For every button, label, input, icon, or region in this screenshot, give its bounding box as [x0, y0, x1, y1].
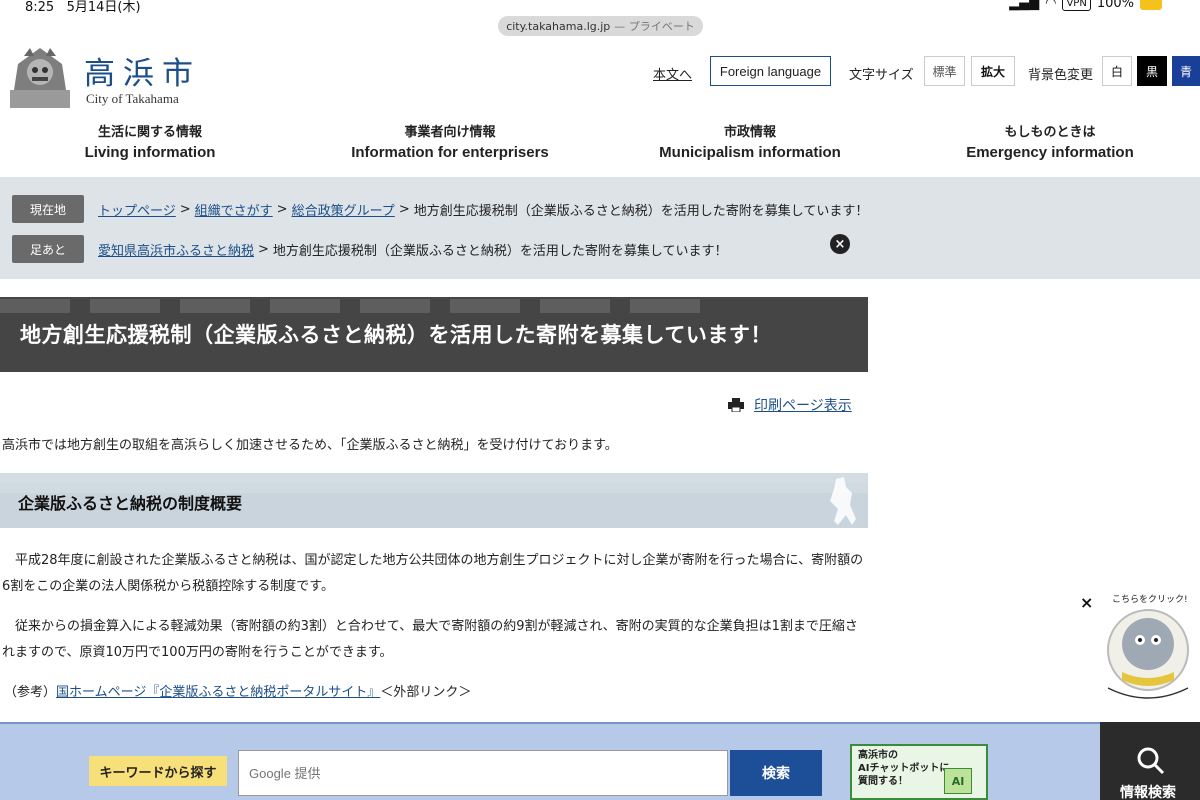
- horse-silhouette-icon: [830, 477, 856, 525]
- breadcrumb-separator: >: [179, 201, 191, 217]
- background-color-label: 背景色変更: [1028, 68, 1094, 83]
- battery-icon: [1140, 0, 1162, 10]
- mascot-caption: こちらをクリック!: [1112, 594, 1188, 605]
- status-indicators: ▂▄▆ ◠ VPN 100%: [1009, 0, 1162, 11]
- battery-percent: 100%: [1096, 0, 1134, 11]
- printer-icon: [728, 398, 744, 412]
- breadcrumb-link-org[interactable]: 組織でさがす: [195, 200, 273, 219]
- breadcrumb-separator: >: [398, 201, 410, 217]
- nav-item-en: Information for enterprisers: [351, 144, 549, 161]
- breadcrumb-link-top[interactable]: トップページ: [98, 200, 176, 219]
- mascot-close-icon[interactable]: ×: [1080, 593, 1093, 612]
- nav-item-en: Municipalism information: [659, 144, 841, 161]
- external-link-note: ＜外部リンク＞: [380, 685, 472, 700]
- chatbot-text: 高浜市の AIチャットボットに 質問する！: [858, 750, 950, 787]
- reference-prefix: （参考）: [4, 685, 57, 700]
- nav-item-en: Living information: [84, 144, 216, 161]
- status-bar: 8:25 5月14日(木) ▂▄▆ ◠ VPN 100%: [0, 0, 1200, 15]
- nav-item-jp: もしものときは: [1004, 125, 1096, 140]
- breadcrumb-separator: >: [276, 201, 288, 217]
- foreign-language-button[interactable]: Foreign language: [710, 56, 831, 86]
- body-paragraph-1: 平成28年度に創設された企業版ふるさと納税は、国が認定した地方公共団体の地方創生…: [2, 553, 864, 594]
- print-page-link[interactable]: 印刷ページ表示: [754, 395, 852, 415]
- reference-link[interactable]: 国ホームページ『企業版ふるさと納税ポータルサイト』: [56, 685, 380, 700]
- header-tools: 本文へ Foreign language 文字サイズ 標準 拡大 背景色変更 白…: [0, 56, 1200, 86]
- nav-item-jp: 事業者向け情報: [404, 125, 496, 140]
- intro-text: 高浜市では地方創生の取組を高浜らしく加速させるため、「企業版ふるさと納税」を受け…: [2, 438, 618, 453]
- wifi-icon: ◠: [1045, 0, 1057, 11]
- page-title: 地方創生応援税制（企業版ふるさと納税）を活用した寄附を募集しています！: [20, 323, 772, 347]
- vpn-badge: VPN: [1062, 0, 1091, 11]
- font-size-large-button[interactable]: 拡大: [971, 56, 1015, 86]
- bg-black-button[interactable]: 黒: [1137, 56, 1167, 86]
- current-location-tag: 現在地: [12, 195, 84, 223]
- site-subtitle: City of Takahama: [86, 91, 179, 106]
- print-view[interactable]: 印刷ページ表示: [728, 395, 852, 415]
- history-tag: 足あと: [12, 235, 84, 263]
- url-bar[interactable]: city.takahama.lg.jp — プライベート: [498, 16, 703, 36]
- nav-item-jp: 市政情報: [723, 125, 776, 140]
- history-close-icon[interactable]: ×: [830, 234, 850, 254]
- breadcrumb-current: 地方創生応援税制（企業版ふるさと納税）を活用した寄附を募集しています！: [413, 203, 869, 219]
- font-size-standard-button[interactable]: 標準: [924, 56, 965, 86]
- history-trail: 足あと 愛知県高浜市ふるさと納税 > 地方創生応援税制（企業版ふるさと納税）を活…: [12, 234, 728, 264]
- signal-icon: ▂▄▆: [1009, 0, 1040, 11]
- search-icon: [1137, 747, 1165, 775]
- skip-to-content-link[interactable]: 本文へ: [653, 64, 692, 83]
- info-search-label: 情報検索: [1120, 785, 1176, 800]
- breadcrumb: 現在地 トップページ > 組織でさがす > 総合政策グループ > 地方創生応援税…: [12, 194, 868, 224]
- nav-item-enterprisers[interactable]: 事業者向け情報 Information for enterprisers: [320, 124, 580, 164]
- bg-white-button[interactable]: 白: [1102, 56, 1132, 86]
- mascot-banner[interactable]: こちらをクリック!: [1094, 588, 1200, 710]
- status-time: 8:25 5月14日(木): [25, 0, 141, 15]
- search-input[interactable]: [238, 750, 728, 796]
- chatbot-ai-icon: AI: [944, 768, 972, 794]
- page-title-banner: 地方創生応援税制（企業版ふるさと納税）を活用した寄附を募集しています！: [0, 297, 868, 372]
- search-button[interactable]: 検索: [730, 750, 822, 796]
- title-pattern: [0, 299, 700, 313]
- global-nav: 生活に関する情報 Living information 事業者向け情報 Info…: [0, 124, 1200, 170]
- nav-item-jp: 生活に関する情報: [97, 125, 202, 140]
- url-host: city.takahama.lg.jp: [506, 19, 611, 33]
- body-paragraph-2: 従来からの損金算入による軽減効果（寄附額の約3割）と合わせて、最大で寄附額の約9…: [2, 619, 858, 660]
- ai-chatbot-banner[interactable]: 高浜市の AIチャットボットに 質問する！ AI: [850, 744, 988, 800]
- url-privacy: — プライベート: [614, 20, 695, 33]
- font-size-label: 文字サイズ: [849, 68, 914, 83]
- nav-item-en: Emergency information: [966, 144, 1134, 161]
- nav-item-emergency[interactable]: もしものときは Emergency information: [940, 124, 1160, 164]
- nav-item-municipalism[interactable]: 市政情報 Municipalism information: [640, 124, 860, 164]
- breadcrumb-area: 現在地 トップページ > 組織でさがす > 総合政策グループ > 地方創生応援税…: [0, 177, 1200, 279]
- history-current: 地方創生応援税制（企業版ふるさと納税）を活用した寄附を募集しています！: [272, 243, 728, 259]
- keyword-search-label: キーワードから探す: [89, 756, 227, 786]
- breadcrumb-link-group[interactable]: 総合政策グループ: [292, 200, 395, 219]
- section-title: 企業版ふるさと納税の制度概要: [18, 494, 243, 513]
- nav-item-living[interactable]: 生活に関する情報 Living information: [50, 124, 250, 164]
- breadcrumb-separator: >: [258, 241, 269, 257]
- bg-blue-button[interactable]: 青: [1172, 56, 1200, 86]
- footer-search-bar: キーワードから探す 検索 高浜市の AIチャットボットに 質問する！ AI: [0, 722, 1100, 800]
- history-link[interactable]: 愛知県高浜市ふるさと納税: [98, 240, 254, 259]
- section-header: 企業版ふるさと納税の制度概要: [0, 473, 868, 528]
- reference-line: （参考）国ホームページ『企業版ふるさと納税ポータルサイト』＜外部リンク＞: [4, 681, 471, 700]
- info-search-button[interactable]: 情報検索: [1100, 722, 1200, 800]
